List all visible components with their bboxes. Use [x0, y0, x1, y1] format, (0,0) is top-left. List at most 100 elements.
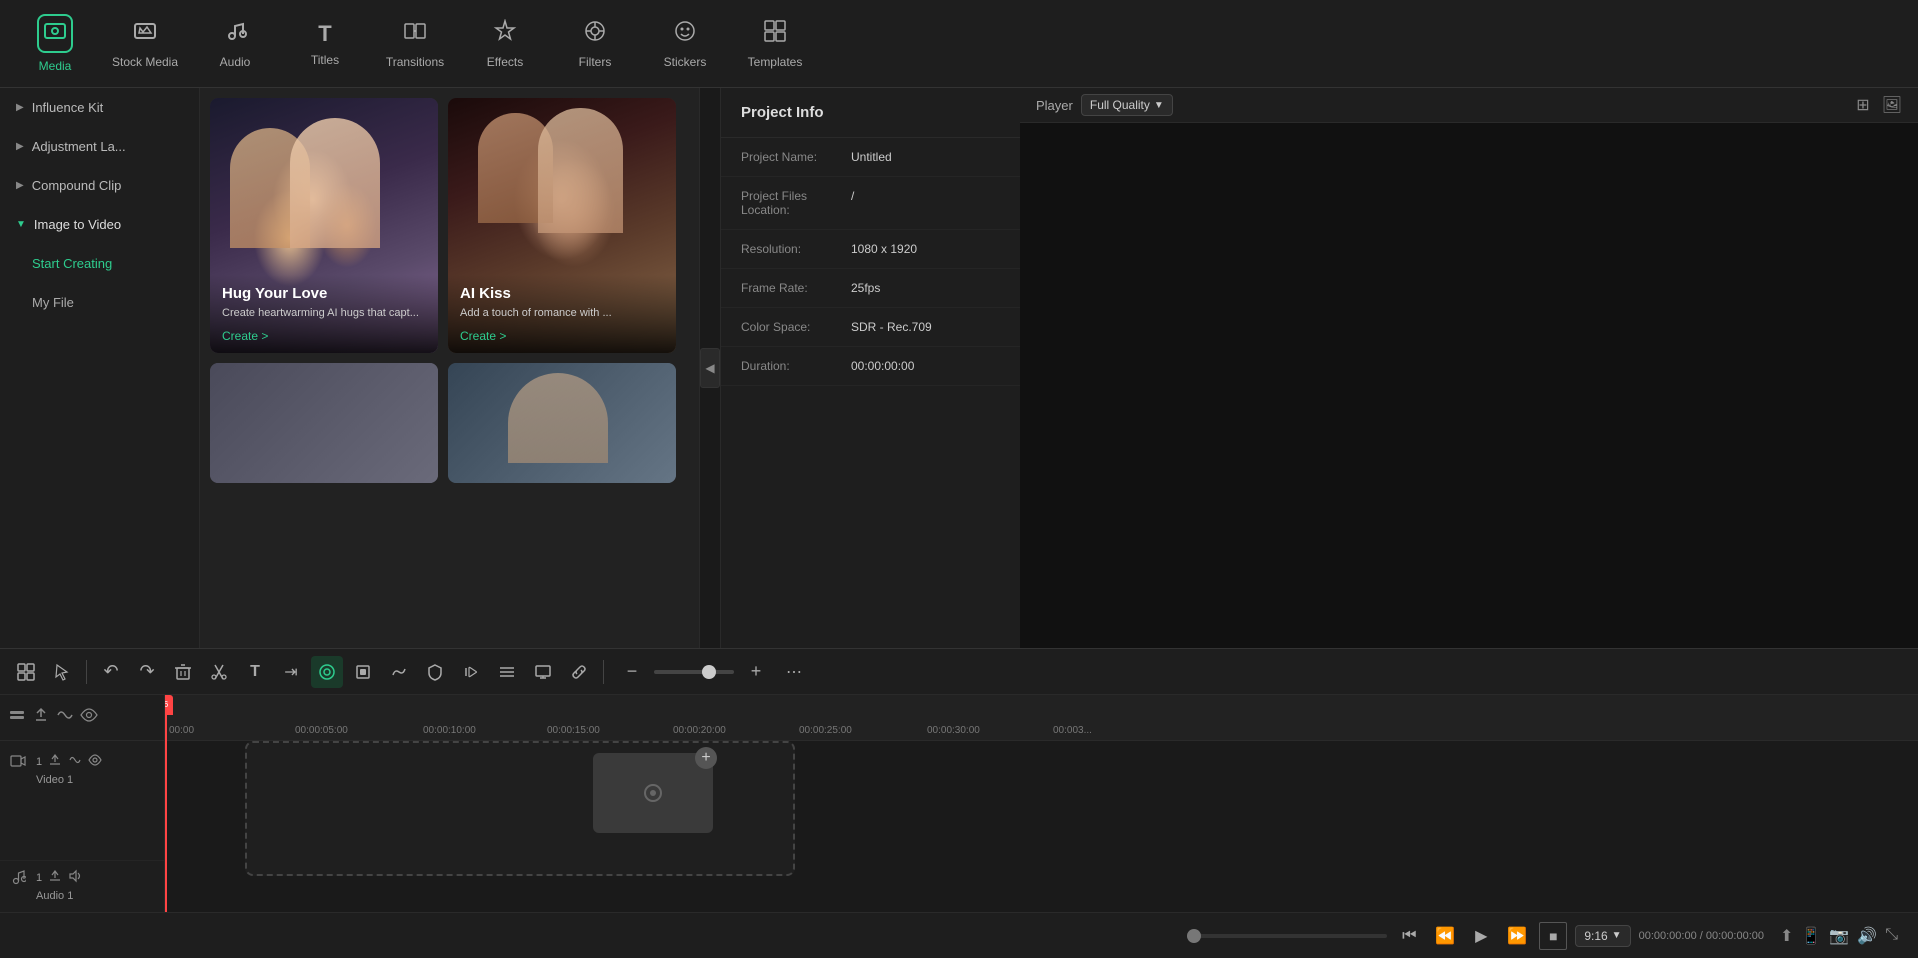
- snap-btn[interactable]: [311, 656, 343, 688]
- ruler-mark-1: 00:00:05:00: [295, 725, 348, 736]
- kiss-card-create-btn[interactable]: Create >: [460, 329, 664, 343]
- nav-item-templates[interactable]: Templates: [730, 4, 820, 84]
- add-media-btn[interactable]: +: [695, 747, 717, 769]
- timeline-left: 1: [0, 695, 165, 912]
- export-track-btn[interactable]: [32, 706, 50, 729]
- audio1-export-icon[interactable]: [48, 869, 62, 886]
- playback-progress-bar[interactable]: [1187, 934, 1387, 938]
- info-row-resolution: Resolution: 1080 x 1920: [721, 230, 1020, 269]
- nav-item-audio[interactable]: Audio: [190, 4, 280, 84]
- video1-audio-icon[interactable]: [68, 753, 82, 770]
- video-track-icon: [10, 753, 26, 772]
- label-project-name: Project Name:: [741, 150, 851, 164]
- grid-view-icon[interactable]: ⊞: [1856, 95, 1869, 115]
- play-btn[interactable]: ▶: [1467, 922, 1495, 950]
- zoom-slider[interactable]: [654, 670, 734, 674]
- value-resolution: 1080 x 1920: [851, 242, 917, 256]
- effects-icon: [493, 19, 517, 49]
- text-btn[interactable]: T: [239, 656, 271, 688]
- record-btn[interactable]: [455, 656, 487, 688]
- sidebar-label-adjustment: Adjustment La...: [32, 139, 126, 154]
- shield-btn[interactable]: [419, 656, 451, 688]
- project-player-area: Project Info Project Name: Untitled Proj…: [720, 88, 1918, 648]
- more-options-btn[interactable]: ⋯: [778, 656, 810, 688]
- link-btn[interactable]: [563, 656, 595, 688]
- nav-item-stickers[interactable]: Stickers: [640, 4, 730, 84]
- nav-label-filters: Filters: [579, 55, 612, 69]
- hug-person2: [290, 118, 380, 248]
- left-column: ▶ Influence Kit ▶ Adjustment La... ▶ Com…: [0, 88, 720, 648]
- quality-dropdown[interactable]: Full Quality ▼: [1081, 94, 1173, 116]
- forward-btn[interactable]: ⇥: [275, 656, 307, 688]
- sidebar-item-adjustment-layer[interactable]: ▶ Adjustment La...: [0, 127, 199, 166]
- collapse-sidebar-btn[interactable]: ◀: [700, 348, 720, 388]
- eye-btn[interactable]: [80, 706, 98, 729]
- step-back-btn[interactable]: ⏪: [1431, 922, 1459, 950]
- list-btn[interactable]: [491, 656, 523, 688]
- export-icon-1[interactable]: ⬆: [1780, 926, 1793, 946]
- ruler-mark-4: 00:00:20:00: [673, 725, 726, 736]
- video1-export-icon[interactable]: [48, 753, 62, 770]
- hug-card-overlay: Hug Your Love Create heartwarming AI hug…: [210, 275, 438, 353]
- nav-item-filters[interactable]: Filters: [550, 4, 640, 84]
- sidebar-label-start-creating: Start Creating: [32, 256, 112, 271]
- audio-track-icon: [10, 869, 26, 888]
- scene-view-btn[interactable]: [10, 656, 42, 688]
- nav-label-media: Media: [39, 59, 72, 73]
- timeline-right[interactable]: 00:00 00:00:05:00 00:00:10:00 00:00:15:0…: [165, 695, 1918, 912]
- nav-label-effects: Effects: [487, 55, 523, 69]
- video1-track-header: 1: [0, 741, 164, 861]
- transform-btn[interactable]: [347, 656, 379, 688]
- cut-btn[interactable]: [203, 656, 235, 688]
- zoom-out-btn[interactable]: −: [616, 656, 648, 688]
- drop-zone[interactable]: +: [245, 741, 795, 876]
- ruler-mark-5: 00:00:25:00: [799, 725, 852, 736]
- nav-item-titles[interactable]: T Titles: [280, 4, 370, 84]
- export-icon-2[interactable]: 📱: [1801, 926, 1821, 946]
- rewind-btn[interactable]: ⏮: [1395, 922, 1423, 950]
- nav-item-media[interactable]: Media: [10, 4, 100, 84]
- step-forward-btn[interactable]: ⏩: [1503, 922, 1531, 950]
- select-tool-btn[interactable]: [46, 656, 78, 688]
- project-info-header: Project Info: [721, 88, 1020, 138]
- timeline-content: 1: [0, 695, 1918, 912]
- redo-btn[interactable]: ↷: [131, 656, 163, 688]
- player-panel: Player Full Quality ▼ ⊞ 🖼: [1020, 88, 1918, 648]
- total-time: 00:00:00:00: [1706, 930, 1764, 942]
- audio1-volume-icon[interactable]: [68, 869, 82, 886]
- export-icon-4[interactable]: 🔊: [1857, 926, 1877, 946]
- stickers-icon: [673, 19, 697, 49]
- sidebar-item-my-file[interactable]: My File: [0, 283, 199, 322]
- undo-btn[interactable]: ↶: [95, 656, 127, 688]
- add-track-btn[interactable]: [8, 706, 26, 729]
- zoom-in-btn[interactable]: +: [740, 656, 772, 688]
- hug-card-create-btn[interactable]: Create >: [222, 329, 426, 343]
- audio-track-btn[interactable]: [383, 656, 415, 688]
- monitor-btn[interactable]: [527, 656, 559, 688]
- media-icon: [37, 14, 73, 53]
- sidebar-item-image-to-video[interactable]: ▼ Image to Video: [0, 205, 199, 244]
- player-label: Player: [1036, 98, 1073, 113]
- nav-label-stock-media: Stock Media: [112, 55, 178, 69]
- zoom-thumb: [702, 665, 716, 679]
- nav-item-effects[interactable]: Effects: [460, 4, 550, 84]
- delete-btn[interactable]: [167, 656, 199, 688]
- middle-section: ▶ Influence Kit ▶ Adjustment La... ▶ Com…: [0, 88, 1918, 648]
- image-view-icon[interactable]: 🖼: [1882, 95, 1902, 115]
- card-ai-kiss: AI Kiss Add a touch of romance with ... …: [448, 98, 676, 353]
- nav-item-stock-media[interactable]: Stock Media: [100, 4, 190, 84]
- stop-btn[interactable]: ■: [1539, 922, 1567, 950]
- export-icon-3[interactable]: 📷: [1829, 926, 1849, 946]
- playhead-marker: 6: [165, 695, 173, 715]
- export-icon-5[interactable]: ⤡: [1885, 926, 1898, 946]
- sidebar-item-compound-clip[interactable]: ▶ Compound Clip: [0, 166, 199, 205]
- audio1-num: 1: [36, 872, 42, 884]
- sidebar-item-start-creating[interactable]: Start Creating: [0, 244, 199, 283]
- nav-item-transitions[interactable]: Transitions: [370, 4, 460, 84]
- video1-eye-icon[interactable]: [88, 753, 102, 770]
- audio-mix-btn[interactable]: [56, 706, 74, 729]
- label-resolution: Resolution:: [741, 242, 851, 256]
- sidebar-item-influence-kit[interactable]: ▶ Influence Kit: [0, 88, 199, 127]
- speed-dropdown[interactable]: 9:16 ▼: [1575, 925, 1630, 947]
- chevron-down-icon: ▼: [1154, 100, 1164, 111]
